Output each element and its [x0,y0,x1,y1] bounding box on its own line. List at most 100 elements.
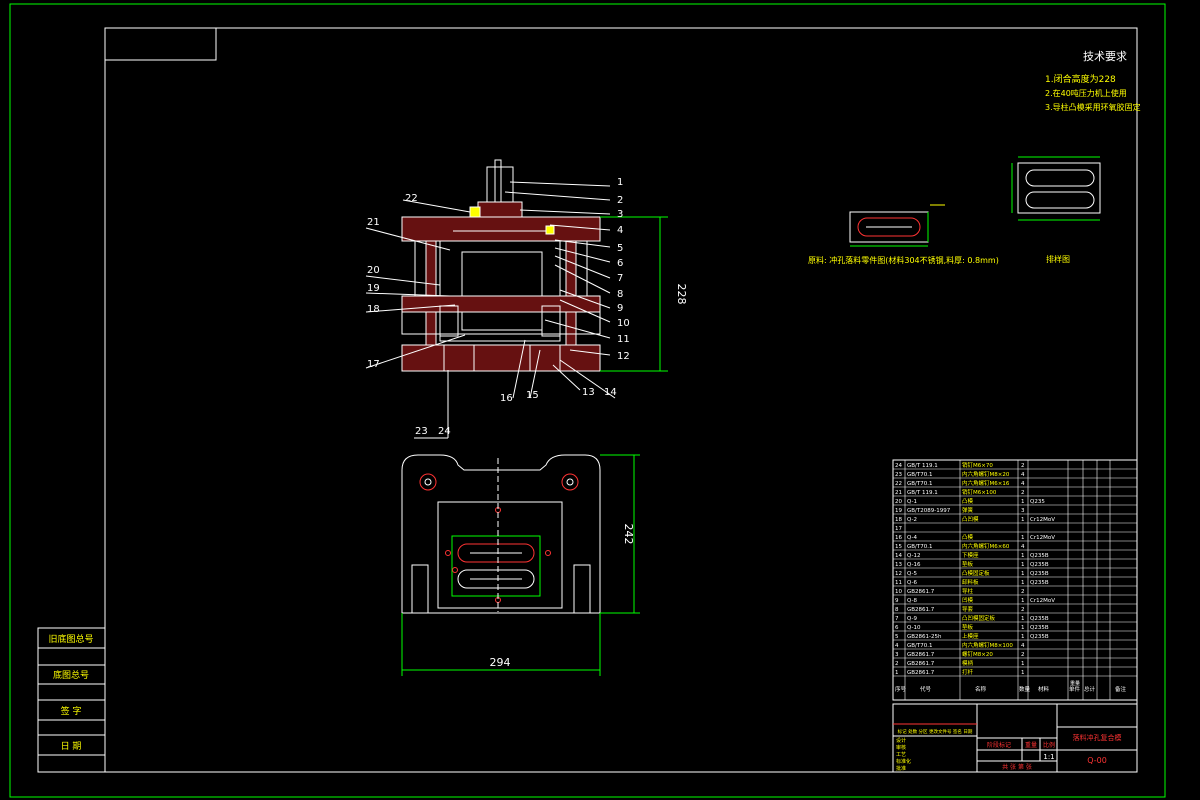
callout-24: 24 [438,426,451,437]
bom-cell-qty: 4 [1021,481,1025,487]
bom-cell-material: Q235 [1030,499,1045,505]
bom-cell-code: GB/T70.1 [907,643,933,649]
title-sheet: 共 张 第 张 [1002,763,1032,771]
title-block: 落料冲孔复合模 Q-00 1:1 阶段标记 重量 比例 共 张 第 张 标记 处… [892,703,1138,773]
bom-cell-no: 14 [895,553,902,559]
bom-cell-qty: 1 [1021,670,1025,676]
stamp-text-3: 签 字 [61,705,82,717]
bom-cell-name: 凸模 [962,533,974,541]
bom-cell-code: Q-12 [907,553,920,559]
bom-cell-qty: 3 [1021,508,1025,514]
callout-1: 1 [617,177,623,188]
bom-cell-code: Q-5 [907,571,917,577]
bom-header-total: 总计 [1084,685,1096,693]
bom-header-code: 代号 [920,685,932,693]
left-stamp: 旧底图总号 底图总号 签 字 日 期 [37,627,106,773]
bom-cell-no: 18 [895,517,902,523]
bom-cell-name: 螺钉M8×20 [962,650,993,658]
bom-cell-code: GB2861.7 [907,589,935,595]
callout-3: 3 [617,209,623,220]
bom-cell-name: 销钉M6×100 [962,488,997,496]
bom-cell-name: 内六角螺钉M8×100 [962,641,1013,649]
bom-cell-qty: 2 [1021,607,1025,613]
bom-cell-no: 17 [895,526,902,532]
stamp-text-2: 底图总号 [53,669,89,681]
bom-header-qty: 数量 [1019,685,1031,693]
bom-cell-name: 下模座 [962,551,979,559]
bom-cell-material: Q235B [1030,580,1049,586]
bom-cell-no: 20 [895,499,902,505]
dim-height: 228 [600,216,688,372]
bom-cell-code: GB2861-25h [907,634,942,640]
bom-cell-name: 卸料板 [962,578,979,586]
bom-cell-no: 10 [895,589,902,595]
callout-7: 7 [617,273,623,284]
bom-cell-no: 23 [895,472,902,478]
title-weight-label: 重量 [1025,741,1037,749]
bom-cell-code: GB2861.7 [907,670,935,676]
bom-cell-name: 弹簧 [962,506,974,514]
bom-cell-no: 9 [895,598,899,604]
bom-cell-no: 13 [895,562,902,568]
dim-height-text: 228 [675,284,688,305]
bom-cell-no: 6 [895,625,899,631]
callout-5: 5 [617,243,623,254]
callout-20: 20 [367,265,380,276]
bom-cell-qty: 1 [1021,562,1025,568]
bom-cell-no: 22 [895,481,902,487]
tech-item-1: 1.闭合高度为228 [1045,73,1116,85]
bom-header-remark: 备注 [1115,685,1127,693]
dim-width-top-text: 242 [622,524,635,545]
bom-cell-name: 模柄 [962,659,974,667]
bom-cell-material: Q235B [1030,562,1049,568]
title-drawing-code: Q-00 [1087,756,1107,765]
callout-19: 19 [367,283,380,294]
plan-view [401,454,601,614]
bom-cell-qty: 1 [1021,661,1025,667]
bom-cell-qty: 1 [1021,553,1025,559]
title-row-4: 标准化 [896,758,911,765]
bom-cell-no: 4 [895,643,899,649]
tech-item-3: 3.导柱凸模采用环氧胶固定 [1045,102,1141,112]
bom-cell-material: Q235B [1030,634,1049,640]
bom-cell-name: 凸模 [962,497,974,505]
bom-cell-qty: 4 [1021,472,1025,478]
bom-cell-qty: 1 [1021,625,1025,631]
corner-box [104,27,217,61]
callout-10: 10 [617,318,630,329]
callout-12: 12 [617,351,630,362]
bom-cell-name: 导柱 [962,587,974,595]
bom-cell-code: Q-9 [907,616,917,622]
bom-cell-no: 3 [895,652,899,658]
cad-drawing-canvas: 旧底图总号 底图总号 签 字 日 期 技术要求 1.闭合高度为228 2.在40… [9,3,1166,798]
bom-cell-no: 21 [895,490,902,496]
bom-header-name: 名称 [975,685,987,693]
bom-table: 24 GB/T 119.1 销钉M6×70 223 GB/T70.1 内六角螺钉M8×20… [892,459,1138,701]
bom-header-weight: 重量 [1070,680,1080,687]
bom-cell-name: 内六角螺钉M8×20 [962,470,1010,478]
part-drawing: 原料: 冲孔落料零件图(材料304不锈钢,料厚: 0.8mm) [808,204,999,265]
bom-cell-name: 销钉M6×70 [962,461,993,469]
callout-2: 2 [617,195,623,206]
bom-cell-qty: 1 [1021,571,1025,577]
bom-cell-qty: 2 [1021,490,1025,496]
callout-23: 23 [415,426,428,437]
callout-13: 13 [582,387,595,398]
title-row-5: 批准 [896,765,906,772]
bom-cell-qty: 1 [1021,580,1025,586]
bom-cell-qty: 2 [1021,652,1025,658]
bom-cell-no: 2 [895,661,899,667]
bom-cell-qty: 1 [1021,634,1025,640]
title-mod-labels: 标记 处数 分区 更改文件号 签名 日期 [898,728,973,735]
bom-cell-qty: 1 [1021,598,1025,604]
callout-9: 9 [617,303,623,314]
bom-cell-qty: 1 [1021,517,1025,523]
inner-border [104,27,1138,773]
bom-cell-no: 12 [895,571,902,577]
bom-cell-no: 5 [895,634,899,640]
tech-title: 技术要求 [1083,50,1127,63]
section-view [401,159,601,372]
bom-cell-code: Q-1 [907,499,917,505]
bom-cell-name: 导套 [962,605,974,613]
title-scale-label: 比例 [1043,741,1055,749]
